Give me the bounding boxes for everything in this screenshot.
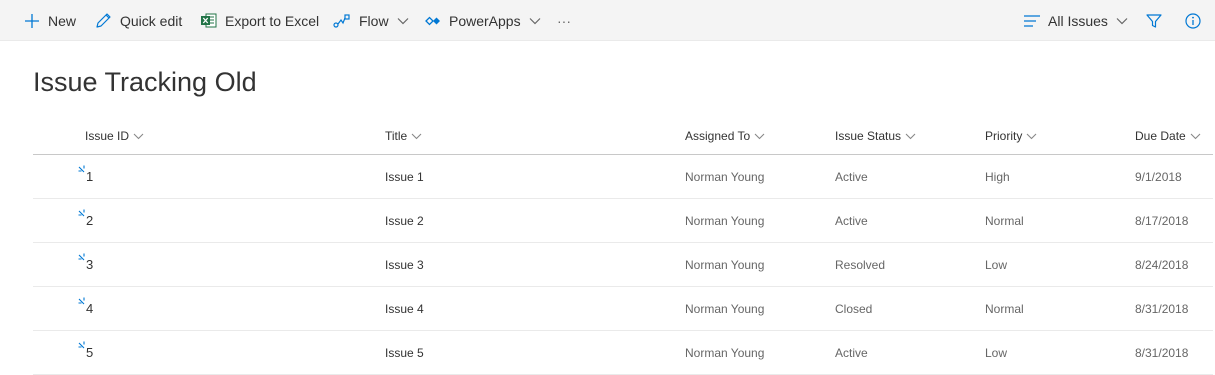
edit-icon	[95, 12, 112, 29]
table-row[interactable]: 4 Issue 4 Norman Young Closed Normal 8/3…	[33, 287, 1213, 331]
priority-cell: High	[985, 169, 1010, 184]
command-bar: New Quick edit Export to Excel Flow Powe…	[0, 0, 1215, 41]
more-button[interactable]: ···	[557, 0, 571, 41]
chevron-down-icon	[411, 133, 422, 140]
table-row[interactable]: 3 Issue 3 Norman Young Resolved Low 8/24…	[33, 243, 1213, 287]
column-header-assigned-to[interactable]: Assigned To	[685, 118, 765, 154]
powerapps-button[interactable]: PowerApps	[425, 0, 541, 41]
due-date-cell: 8/17/2018	[1135, 213, 1189, 228]
issue-id: 5	[86, 345, 94, 360]
filter-icon	[1146, 13, 1162, 29]
column-header-row: Issue ID Title Assigned To Issue Status …	[33, 118, 1213, 155]
column-header-issue-status[interactable]: Issue Status	[835, 118, 916, 154]
title-cell[interactable]: Issue 3	[385, 243, 424, 286]
export-to-excel-button[interactable]: Export to Excel	[200, 0, 319, 41]
flow-button[interactable]: Flow	[333, 0, 409, 41]
column-header-title[interactable]: Title	[385, 118, 422, 154]
assigned-to-cell[interactable]: Norman Young	[685, 331, 764, 374]
info-icon	[1185, 12, 1201, 29]
flow-icon	[333, 13, 351, 29]
chevron-down-icon	[1190, 133, 1201, 140]
chevron-down-icon	[905, 133, 916, 140]
issue-id: 4	[86, 301, 94, 316]
assigned-to-cell[interactable]: Norman Young	[685, 287, 764, 330]
filter-button[interactable]	[1146, 0, 1162, 41]
new-label: New	[48, 12, 77, 29]
column-header-label: Assigned To	[685, 129, 751, 143]
column-header-priority[interactable]: Priority	[985, 118, 1037, 154]
status-cell: Active	[835, 345, 868, 360]
due-date-cell: 8/24/2018	[1135, 257, 1189, 272]
add-icon	[24, 13, 40, 29]
export-label: Export to Excel	[225, 12, 320, 29]
list-grid: Issue ID Title Assigned To Issue Status …	[33, 118, 1213, 375]
column-header-label: Issue ID	[85, 129, 130, 143]
status-cell: Active	[835, 169, 868, 184]
chevron-down-icon	[133, 133, 144, 140]
status-cell: Active	[835, 213, 868, 228]
assigned-to-cell[interactable]: Norman Young	[685, 199, 764, 242]
more-icon: ···	[557, 12, 571, 29]
chevron-down-icon	[754, 133, 765, 140]
powerapps-label: PowerApps	[449, 12, 521, 29]
title-cell[interactable]: Issue 4	[385, 287, 424, 330]
table-row[interactable]: 1 Issue 1 Norman Young Active High 9/1/2…	[33, 155, 1213, 199]
view-selector[interactable]: All Issues	[1024, 0, 1128, 41]
column-header-label: Due Date	[1135, 129, 1186, 143]
chevron-down-icon	[1026, 133, 1037, 140]
column-header-label: Title	[385, 129, 408, 143]
priority-cell: Normal	[985, 301, 1024, 316]
title-cell[interactable]: Issue 5	[385, 331, 424, 374]
table-row[interactable]: 2 Issue 2 Norman Young Active Normal 8/1…	[33, 199, 1213, 243]
flow-label: Flow	[359, 12, 389, 29]
status-cell: Resolved	[835, 257, 886, 272]
table-row[interactable]: 5 Issue 5 Norman Young Active Low 8/31/2…	[33, 331, 1213, 375]
assigned-to-cell[interactable]: Norman Young	[685, 243, 764, 286]
due-date-cell: 8/31/2018	[1135, 301, 1189, 316]
column-header-label: Priority	[985, 129, 1023, 143]
view-lines-icon	[1024, 14, 1040, 27]
page-title: Issue Tracking Old	[33, 67, 257, 97]
due-date-cell: 9/1/2018	[1135, 169, 1182, 184]
due-date-cell: 8/31/2018	[1135, 345, 1189, 360]
issue-id: 2	[86, 213, 94, 228]
column-header-due-date[interactable]: Due Date	[1135, 118, 1201, 154]
powerapps-icon	[425, 14, 441, 28]
priority-cell: Low	[985, 257, 1008, 272]
column-header-label: Issue Status	[835, 129, 902, 143]
chevron-down-icon	[529, 17, 541, 25]
status-cell: Closed	[835, 301, 873, 316]
new-button[interactable]: New	[24, 0, 76, 41]
column-header-issue-id[interactable]: Issue ID	[85, 118, 144, 154]
assigned-to-cell[interactable]: Norman Young	[685, 155, 764, 198]
priority-cell: Normal	[985, 213, 1024, 228]
chevron-down-icon	[397, 17, 409, 25]
title-cell[interactable]: Issue 2	[385, 199, 424, 242]
quick-edit-button[interactable]: Quick edit	[95, 0, 182, 41]
issue-id: 3	[86, 257, 94, 272]
quick-edit-label: Quick edit	[120, 12, 183, 29]
issue-id: 1	[86, 169, 94, 184]
title-cell[interactable]: Issue 1	[385, 155, 424, 198]
info-button[interactable]	[1185, 0, 1201, 41]
chevron-down-icon	[1116, 17, 1128, 25]
view-label: All Issues	[1048, 12, 1108, 29]
excel-icon	[200, 12, 217, 29]
priority-cell: Low	[985, 345, 1008, 360]
